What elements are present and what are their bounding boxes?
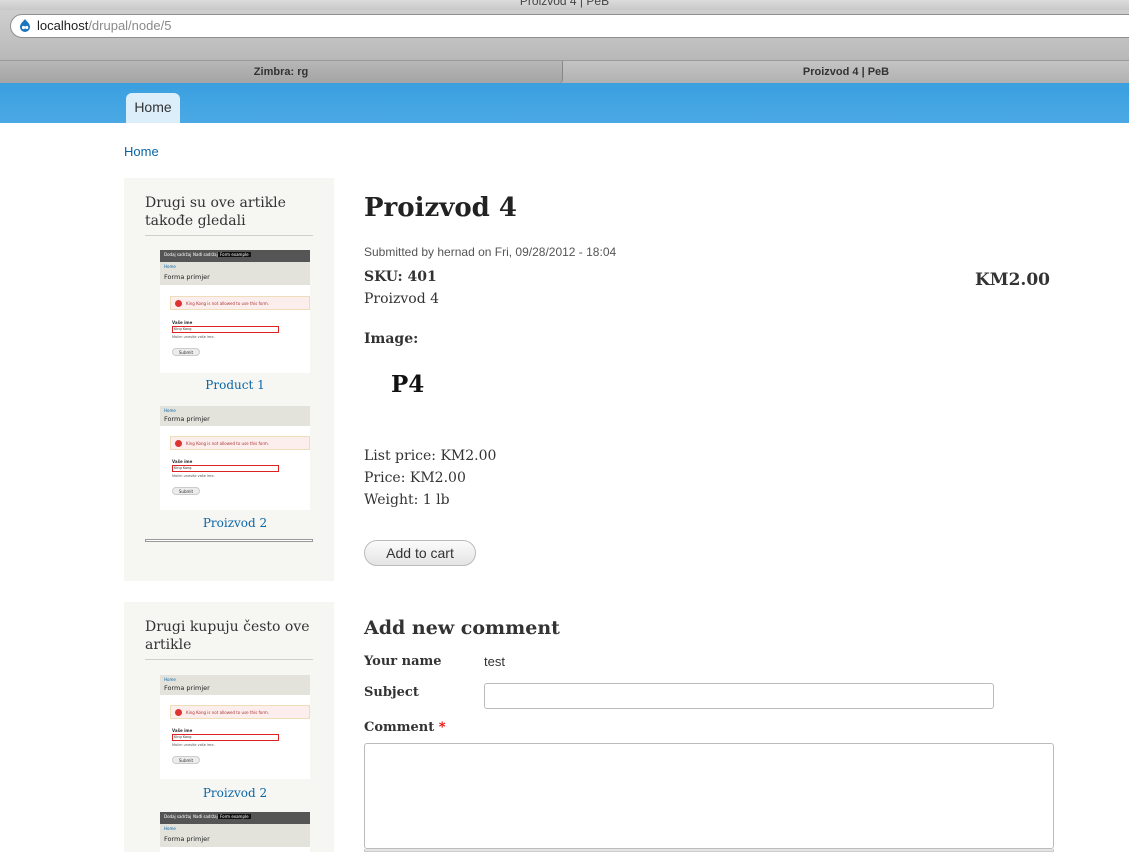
sell-price: Price: KM2.00 bbox=[364, 470, 466, 486]
window-title: Proizvod 4 | PeB bbox=[519, 0, 610, 8]
tab-proizvod-4[interactable]: Proizvod 4 | PeB bbox=[563, 61, 1129, 83]
product-sku: SKU: 401 bbox=[364, 269, 437, 285]
comment-textarea[interactable] bbox=[364, 743, 1054, 849]
block-divider bbox=[145, 659, 313, 660]
product-weight: Weight: 1 lb bbox=[364, 492, 450, 508]
block-title: Drugi su ove artikle takođe gledali bbox=[145, 195, 286, 229]
site-header: Home bbox=[0, 83, 1129, 123]
drupal-favicon-icon bbox=[20, 19, 30, 32]
submitted-info: Submitted by hernad on Fri, 09/28/2012 -… bbox=[364, 245, 617, 259]
comment-label: Comment * bbox=[364, 720, 446, 735]
comment-form-title: Add new comment bbox=[364, 617, 560, 639]
block-also-bought: Drugi kupuju često ove artikle Home Forma… bbox=[124, 602, 334, 852]
page-title: Proizvod 4 bbox=[364, 193, 518, 223]
window-title-bar: Proizvod 4 | PeB bbox=[0, 0, 1129, 10]
name-label: Your name bbox=[364, 654, 442, 669]
product-thumbnail[interactable]: Home Forma primjer King Kong is not allow… bbox=[160, 406, 310, 510]
block-title: Drugi kupuju često ove artikle bbox=[145, 619, 310, 653]
product-link[interactable]: Product 1 bbox=[160, 378, 310, 392]
block-divider bbox=[145, 235, 313, 236]
name-value: test bbox=[484, 654, 505, 669]
block-also-viewed: Drugi su ove artikle takođe gledali Doda… bbox=[124, 178, 334, 581]
product-thumbnail[interactable]: Home Forma primjer King Kong is not allow… bbox=[160, 675, 310, 779]
browser-toolbar: localhost/drupal/node/5 bbox=[0, 10, 1129, 60]
product-thumbnail[interactable]: Dodaj sadržaj Nađi sadržaj Form example Ho… bbox=[160, 812, 310, 852]
block-divider bbox=[145, 539, 313, 542]
add-to-cart-button[interactable]: Add to cart bbox=[364, 540, 476, 566]
image-label: Image: bbox=[364, 331, 419, 347]
nav-home-tab[interactable]: Home bbox=[126, 93, 180, 123]
product-link[interactable]: Proizvod 2 bbox=[160, 786, 310, 800]
subject-label: Subject bbox=[364, 685, 419, 700]
url-host: localhost bbox=[37, 18, 89, 33]
product-image-alt: P4 bbox=[391, 371, 425, 398]
product-thumbnail[interactable]: Dodaj sadržaj Nađi sadržaj Form example Ho… bbox=[160, 250, 310, 373]
tab-zimbra[interactable]: Zimbra: rg bbox=[0, 61, 563, 83]
required-marker: * bbox=[438, 720, 446, 735]
display-price: KM2.00 bbox=[975, 270, 1050, 290]
breadcrumb-home-link[interactable]: Home bbox=[124, 144, 159, 159]
address-bar[interactable]: localhost/drupal/node/5 bbox=[10, 14, 1129, 38]
product-sku-name: Proizvod 4 bbox=[364, 291, 440, 307]
address-url[interactable]: localhost/drupal/node/5 bbox=[37, 18, 171, 33]
url-path: /drupal/node/5 bbox=[88, 18, 172, 33]
list-price: List price: KM2.00 bbox=[364, 448, 497, 464]
product-link[interactable]: Proizvod 2 bbox=[160, 516, 310, 530]
tab-bar: Zimbra: rg Proizvod 4 | PeB bbox=[0, 60, 1129, 83]
subject-input[interactable] bbox=[484, 683, 994, 709]
